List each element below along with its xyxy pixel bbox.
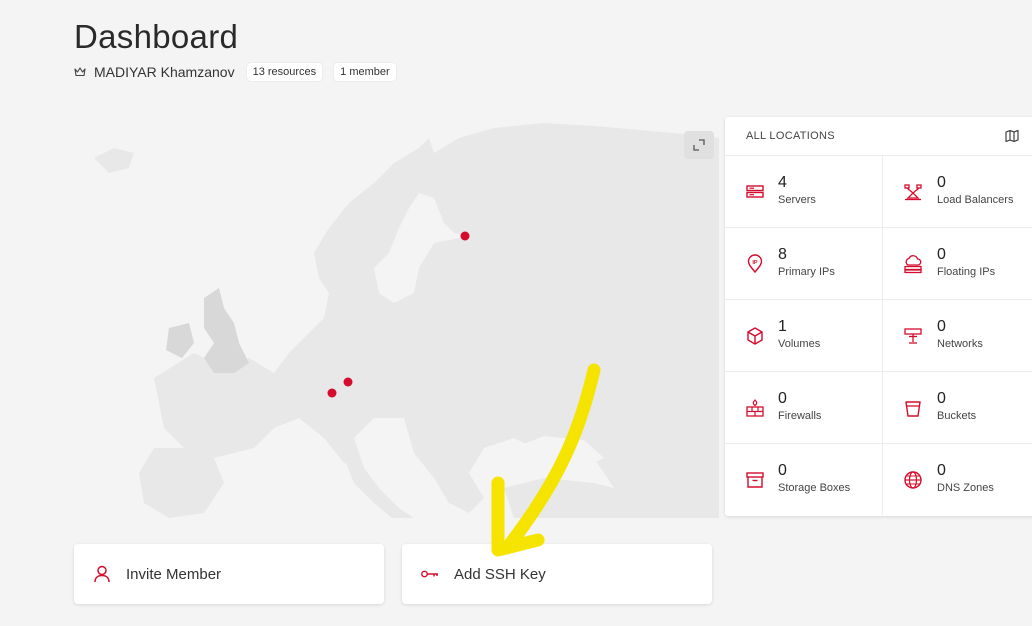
storage-box-icon (746, 472, 764, 488)
resource-floating-ips[interactable]: 0 Floating IPs (883, 228, 1032, 300)
map-icon[interactable] (1005, 129, 1019, 143)
resource-firewalls[interactable]: 0 Firewalls (725, 372, 883, 444)
invite-member-button[interactable]: Invite Member (74, 544, 384, 604)
buckets-count: 0 (937, 390, 946, 407)
marker-germany-1 (327, 388, 337, 398)
floating-ips-count: 0 (937, 246, 946, 263)
volume-icon (747, 327, 763, 345)
invite-member-label: Invite Member (126, 565, 222, 583)
resource-storage-boxes[interactable]: 0 Storage Boxes (725, 444, 883, 515)
locations-header-label: ALL LOCATIONS (746, 130, 835, 142)
resource-volumes[interactable]: 1 Volumes (725, 300, 883, 372)
resources-badge[interactable]: 13 resources (246, 63, 323, 81)
resource-dns-zones[interactable]: 0 DNS Zones (883, 444, 1032, 515)
members-badge[interactable]: 1 member (334, 63, 396, 81)
primary-ips-label: Primary IPs (778, 266, 835, 278)
load-balancers-count: 0 (937, 174, 946, 191)
resource-grid: 4 Servers 0 Load Balancers IP 8 Primary … (725, 156, 1032, 515)
storage-boxes-label: Storage Boxes (778, 482, 851, 494)
resource-networks[interactable]: 0 Networks (883, 300, 1032, 372)
servers-count: 4 (778, 174, 787, 191)
storage-boxes-count: 0 (778, 462, 787, 479)
owner-name: MADIYAR Khamzanov (94, 64, 235, 80)
floating-ip-icon (904, 255, 922, 274)
floating-ips-label: Floating IPs (937, 266, 996, 278)
resource-buckets[interactable]: 0 Buckets (883, 372, 1032, 444)
map-land-italy (344, 458, 414, 518)
resource-primary-ips[interactable]: IP 8 Primary IPs (725, 228, 883, 300)
networks-label: Networks (937, 338, 983, 350)
primary-ips-count: 8 (778, 246, 787, 263)
map-land-ireland (166, 323, 194, 358)
resource-servers[interactable]: 4 Servers (725, 156, 883, 228)
map-land-iceland (94, 148, 134, 173)
expand-map-button[interactable] (684, 131, 714, 159)
firewalls-label: Firewalls (778, 410, 822, 422)
dns-zones-label: DNS Zones (937, 482, 994, 494)
primary-ip-icon: IP (747, 254, 763, 274)
map-land-iberia (139, 448, 224, 518)
server-icon (746, 185, 764, 198)
volumes-count: 1 (778, 318, 787, 335)
servers-label: Servers (778, 194, 816, 206)
page-title: Dashboard (74, 18, 239, 55)
firewall-icon (746, 399, 764, 417)
networks-count: 0 (937, 318, 946, 335)
user-icon (94, 565, 110, 583)
marker-germany-2 (343, 377, 353, 387)
firewalls-count: 0 (778, 390, 787, 407)
map-land-uk (204, 288, 249, 373)
bucket-icon (905, 401, 921, 417)
owner-row: MADIYAR Khamzanov 13 resources 1 member (74, 63, 396, 81)
svg-text:IP: IP (752, 260, 758, 266)
dns-zone-icon (904, 471, 922, 489)
add-ssh-key-label: Add SSH Key (454, 565, 546, 583)
buckets-label: Buckets (937, 410, 977, 422)
dashboard-page: Dashboard MADIYAR Khamzanov 13 resources… (0, 0, 1032, 626)
volumes-label: Volumes (778, 338, 821, 350)
add-ssh-key-button[interactable]: Add SSH Key (402, 544, 712, 604)
expand-icon (693, 139, 705, 151)
network-icon (904, 328, 922, 344)
load-balancers-label: Load Balancers (937, 194, 1014, 206)
europe-map[interactable] (74, 118, 719, 518)
key-icon (421, 570, 438, 578)
locations-header: ALL LOCATIONS (725, 117, 1032, 156)
locations-panel: ALL LOCATIONS 4 Servers 0 Load Balancers… (725, 117, 1032, 516)
dns-zones-count: 0 (937, 462, 946, 479)
crown-icon (74, 67, 86, 77)
resource-load-balancers[interactable]: 0 Load Balancers (883, 156, 1032, 228)
load-balancer-icon (904, 184, 922, 201)
marker-finland (460, 231, 470, 241)
